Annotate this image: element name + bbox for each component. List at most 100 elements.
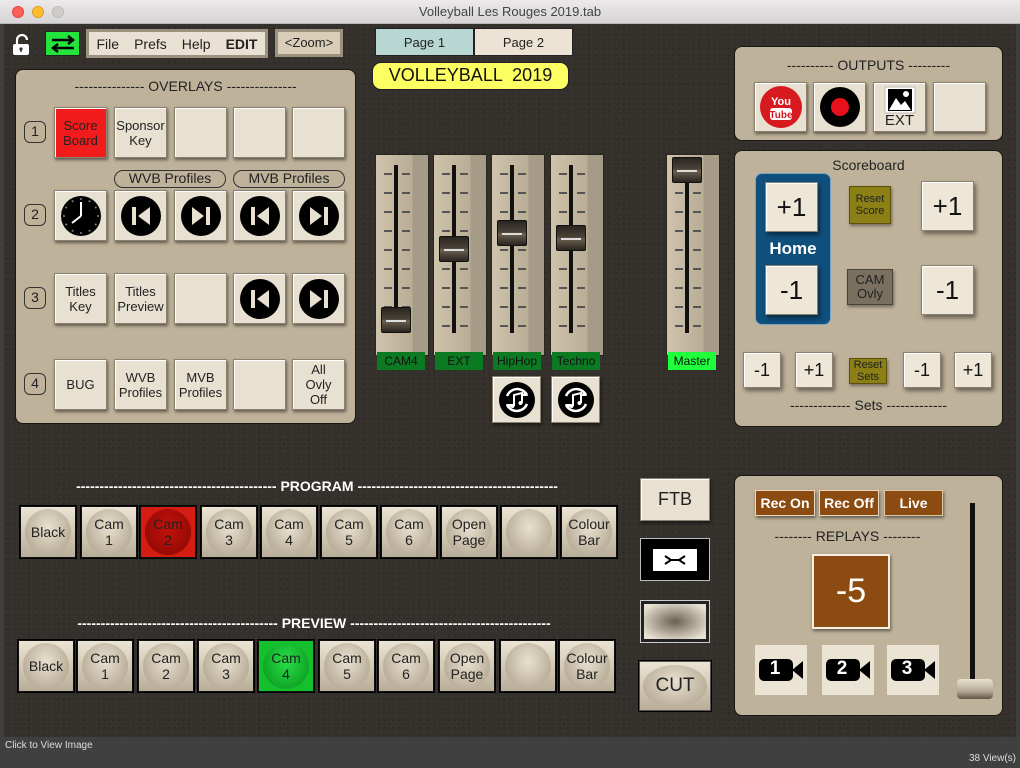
preview-colour-bar-button[interactable]: Colour Bar <box>559 640 615 692</box>
zoom-button[interactable]: <Zoom> <box>275 29 343 57</box>
preview-button-label: Open Page <box>444 643 490 689</box>
fader-tick <box>577 173 585 175</box>
home-sets-minus-button[interactable]: -1 <box>743 352 781 388</box>
program-cam-2-button[interactable]: Cam 2 <box>140 506 196 558</box>
minimize-window-button[interactable] <box>32 6 44 18</box>
overlay-wvb-profiles-button[interactable]: WVB Profiles <box>114 359 167 410</box>
overlay-mvb-profiles-button[interactable]: MVB Profiles <box>174 359 227 410</box>
fader-tick <box>559 268 567 270</box>
record-button[interactable] <box>813 82 866 132</box>
ftb-button[interactable]: FTB <box>640 478 710 521</box>
preview-open-page-button[interactable]: Open Page <box>439 640 495 692</box>
home-sets-plus-button[interactable]: +1 <box>795 352 833 388</box>
overlay-next-button[interactable] <box>292 190 345 241</box>
menu-help[interactable]: Help <box>182 36 211 52</box>
fader-tick <box>559 306 567 308</box>
preview-cam-4-button[interactable]: Cam 4 <box>258 640 314 692</box>
fader-techno[interactable] <box>550 154 604 356</box>
overlay-empty-button[interactable] <box>174 107 227 158</box>
away-plus-one-button[interactable]: +1 <box>921 181 974 231</box>
fader-master[interactable] <box>666 154 720 356</box>
overlay-empty-button[interactable] <box>174 273 227 324</box>
menu-edit[interactable]: EDIT <box>226 36 258 52</box>
overlay-sponsor-key-button[interactable]: Sponsor Key <box>114 107 167 158</box>
swap-arrows-button[interactable] <box>45 31 80 56</box>
preview-black-button[interactable]: Black <box>18 640 74 692</box>
ext-output-button[interactable]: EXT <box>873 82 926 132</box>
replay-camera-3-button[interactable]: 3 <box>887 645 939 695</box>
away-sets-minus-button[interactable]: -1 <box>903 352 941 388</box>
overlay-empty-button[interactable] <box>233 359 286 410</box>
wvb-profiles-group-label: WVB Profiles <box>114 170 226 188</box>
overlay-previous-button[interactable] <box>233 273 286 324</box>
cam-overlay-button[interactable]: CAM Ovly <box>847 269 893 305</box>
fader-ext[interactable] <box>433 154 487 356</box>
music-loop-button[interactable] <box>551 376 600 423</box>
preview-button-label: Colour Bar <box>564 643 610 689</box>
wipe-transition-button[interactable] <box>640 538 710 581</box>
program-empty-button[interactable] <box>501 506 557 558</box>
program-cam-5-button[interactable]: Cam 5 <box>321 506 377 558</box>
close-window-button[interactable] <box>12 6 24 18</box>
rec-off-button[interactable]: Rec Off <box>819 490 879 516</box>
reset-sets-button[interactable]: Reset Sets <box>849 358 887 384</box>
tab-page-1[interactable]: Page 1 <box>375 28 474 56</box>
program-cam-4-button[interactable]: Cam 4 <box>261 506 317 558</box>
overlay-previous-button[interactable] <box>233 190 286 241</box>
replay-camera-2-button[interactable]: 2 <box>822 645 874 695</box>
tbar-handle[interactable] <box>957 679 993 699</box>
cut-button[interactable]: CUT <box>639 661 711 711</box>
fader-cam4[interactable] <box>375 154 429 356</box>
overlay-empty-button[interactable] <box>233 107 286 158</box>
unlock-icon[interactable] <box>12 33 32 56</box>
preview-cam-1-button[interactable]: Cam 1 <box>77 640 133 692</box>
replay-offset-button[interactable]: -5 <box>812 554 890 629</box>
overlay-titles-key-button[interactable]: Titles Key <box>54 273 107 324</box>
preview-cam-5-button[interactable]: Cam 5 <box>319 640 375 692</box>
overlay-empty-button[interactable] <box>292 107 345 158</box>
overlay-titles-preview-button[interactable]: Titles Preview <box>114 273 167 324</box>
program-cam-1-button[interactable]: Cam 1 <box>81 506 137 558</box>
replay-camera-1-button[interactable]: 1 <box>755 645 807 695</box>
overlay-bug-button[interactable]: BUG <box>54 359 107 410</box>
program-black-button[interactable]: Black <box>20 506 76 558</box>
preview-empty-button[interactable] <box>500 640 556 692</box>
overlay-clock-button[interactable] <box>54 190 107 241</box>
program-open-page-button[interactable]: Open Page <box>441 506 497 558</box>
overlay-previous-button[interactable] <box>114 190 167 241</box>
fader-handle[interactable] <box>672 157 702 183</box>
music-loop-button[interactable] <box>492 376 541 423</box>
youtube-stream-button[interactable]: You Tube <box>754 82 807 132</box>
program-colour-bar-button[interactable]: Colour Bar <box>561 506 617 558</box>
output-empty-button[interactable] <box>933 82 986 132</box>
fader-tick <box>460 192 468 194</box>
menu-prefs[interactable]: Prefs <box>134 36 167 52</box>
program-cam-3-button[interactable]: Cam 3 <box>201 506 257 558</box>
away-minus-one-button[interactable]: -1 <box>921 265 974 315</box>
zoom-window-button[interactable] <box>52 6 64 18</box>
away-sets-plus-button[interactable]: +1 <box>954 352 992 388</box>
menu-file[interactable]: File <box>97 36 120 52</box>
fader-handle[interactable] <box>439 236 469 262</box>
fader-hiphop[interactable] <box>491 154 545 356</box>
mix-transition-button[interactable] <box>640 600 710 643</box>
fader-tick <box>384 173 392 175</box>
rec-on-button[interactable]: Rec On <box>755 490 815 516</box>
reset-score-button[interactable]: Reset Score <box>849 186 891 224</box>
fader-tick <box>693 306 701 308</box>
fader-handle[interactable] <box>497 220 527 247</box>
live-button[interactable]: Live <box>884 490 943 516</box>
overlay-score-board-button[interactable]: Score Board <box>54 107 107 158</box>
overlay-next-button[interactable] <box>174 190 227 241</box>
overlay-all-ovly-off-button[interactable]: All Ovly Off <box>292 359 345 410</box>
tab-page-2[interactable]: Page 2 <box>474 28 573 56</box>
preview-cam-2-button[interactable]: Cam 2 <box>138 640 194 692</box>
fader-handle[interactable] <box>556 224 586 251</box>
home-plus-one-button[interactable]: +1 <box>765 182 818 232</box>
home-minus-one-button[interactable]: -1 <box>765 265 818 315</box>
program-cam-6-button[interactable]: Cam 6 <box>381 506 437 558</box>
overlay-next-button[interactable] <box>292 273 345 324</box>
preview-cam-6-button[interactable]: Cam 6 <box>378 640 434 692</box>
preview-cam-3-button[interactable]: Cam 3 <box>198 640 254 692</box>
fader-handle[interactable] <box>381 307 411 334</box>
